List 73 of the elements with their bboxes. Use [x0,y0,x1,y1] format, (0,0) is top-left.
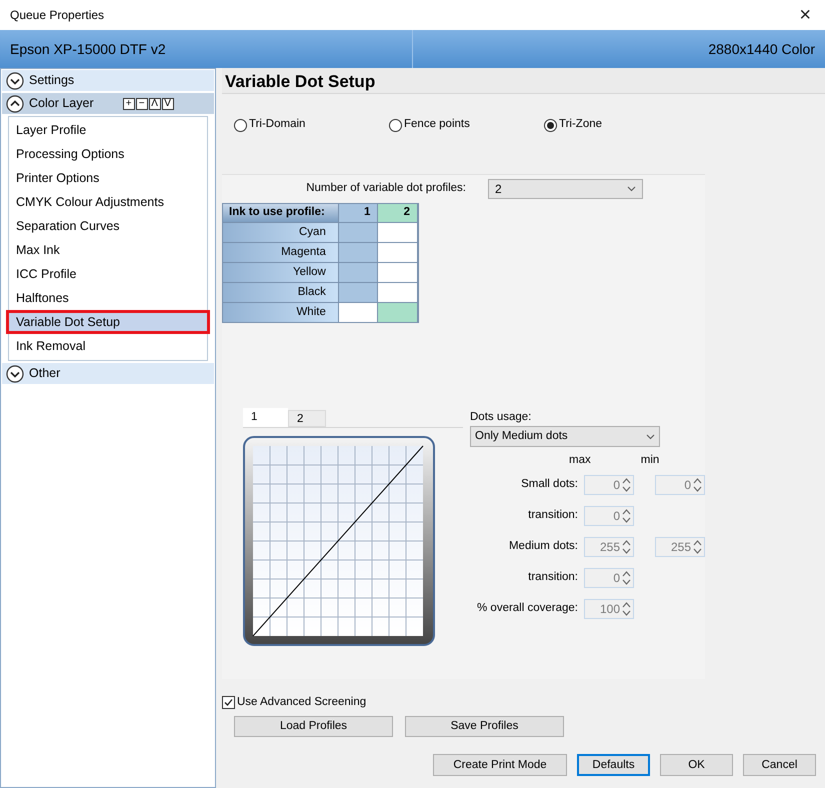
sidebar-item[interactable]: Variable Dot Setup [6,310,210,334]
dialog-button[interactable]: Defaults [577,754,650,776]
spinner-label: Medium dots: [508,539,579,554]
ink-label: Cyan [223,223,339,242]
column-label: max [569,453,591,468]
dots-usage-dropdown[interactable]: Only Medium dots [470,426,660,447]
sidebar-item[interactable]: Processing Options [9,142,207,166]
tool-button[interactable]: + [122,98,135,110]
advanced-screening-checkbox[interactable]: Use Advanced Screening [222,694,825,712]
column-label: min [640,453,660,468]
profile-cell[interactable] [338,303,378,322]
sidebar-item[interactable]: ICC Profile [9,262,207,286]
sidebar-item[interactable]: Separation Curves [9,214,207,238]
curve-tab[interactable]: 1 [243,408,288,427]
resolution-label: 2880x1440 Color [708,40,815,58]
profile-button[interactable]: Load Profiles [234,716,393,738]
profile-count-dropdown[interactable]: 2 [488,179,643,199]
radio-option[interactable]: Tri-Domain [222,116,377,134]
profile-cell[interactable] [338,243,378,262]
collapse-icon[interactable] [6,94,24,112]
section-label: Other [29,365,60,382]
radio-option[interactable]: Tri-Zone [532,116,687,134]
profile-cell[interactable] [338,263,378,282]
printer-name: Epson XP-15000 DTF v2 [10,40,166,59]
sidebar-item[interactable]: CMYK Colour Adjustments [9,190,207,214]
spinner-label: Small dots: [520,477,579,492]
sidebar-item[interactable]: Halftones [9,286,207,310]
tool-button[interactable]: Λ [148,98,161,110]
close-button[interactable]: × [795,5,815,25]
table-header: Ink to use profile: [223,204,339,222]
radio-icon[interactable] [389,118,402,132]
section-header[interactable]: Settings [2,70,214,91]
ink-label: Black [223,283,339,302]
sidebar-item[interactable]: Layer Profile [9,118,207,142]
sidebar-item[interactable]: Max Ink [9,238,207,262]
section-label: Color Layer [29,95,94,112]
spinner-label: transition: [527,570,579,586]
radio-icon[interactable] [234,118,247,132]
profile-cell[interactable] [338,283,378,302]
profile-cell[interactable] [378,303,418,322]
section-header[interactable]: Color Layer + − Λ V [2,93,214,114]
checkbox-icon[interactable] [222,696,235,710]
expand-icon[interactable] [6,72,24,90]
profile-cell[interactable] [378,223,418,242]
ink-label: Magenta [223,243,339,262]
profile-cell[interactable] [338,223,378,242]
spinner-label: transition: [527,508,579,524]
profile-cell[interactable] [378,243,418,262]
radio-option[interactable]: Fence points [377,116,532,134]
profile-button[interactable]: Save Profiles [405,716,564,738]
dialog-button[interactable]: Cancel [743,754,816,776]
profile-cell[interactable] [378,263,418,282]
profile-count-label: Number of variable dot profiles: [306,181,466,196]
tool-button[interactable]: − [136,98,148,110]
column-header: 1 [338,204,378,222]
spinner-label: % overall coverage: [476,601,579,616]
window-title: Queue Properties [10,7,104,24]
profile-cell[interactable] [378,283,418,302]
section-header[interactable]: Other [2,363,214,384]
ink-label: White [223,303,339,322]
ink-label: Yellow [223,263,339,282]
radio-icon[interactable] [544,118,557,132]
page-title: Variable Dot Setup [224,71,376,93]
sidebar-item[interactable]: Ink Removal [9,334,207,358]
dots-usage-label: Dots usage: [470,410,532,425]
curve-tab[interactable]: 2 [288,410,326,427]
column-header: 2 [378,204,418,222]
sidebar-item[interactable]: Printer Options [9,166,207,190]
dialog-button[interactable]: OK [660,754,733,776]
tool-button[interactable]: V [162,98,174,110]
expand-icon[interactable] [6,364,24,382]
section-label: Settings [29,72,74,90]
dialog-button[interactable]: Create Print Mode [433,754,567,776]
